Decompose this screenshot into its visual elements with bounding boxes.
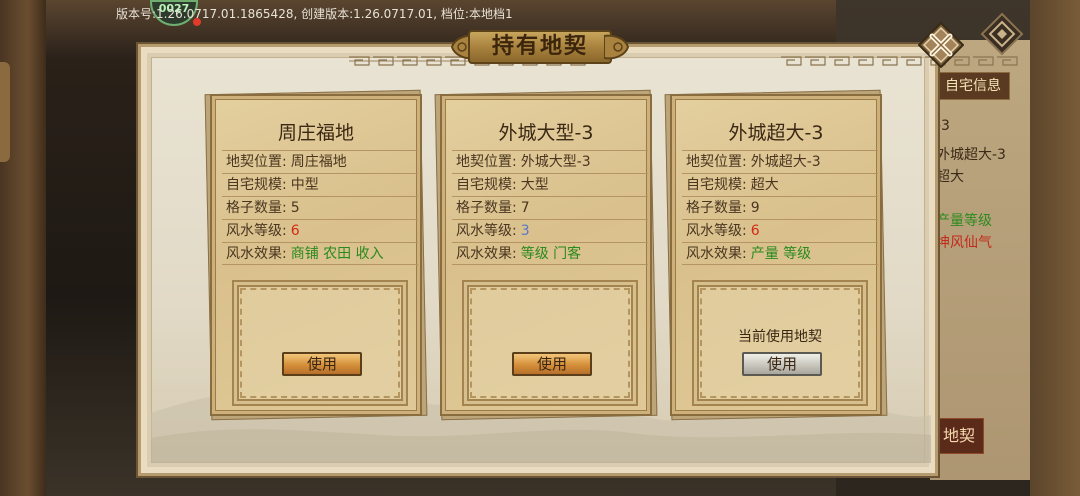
info-row-grid-count: 格子数量: 5 xyxy=(222,196,418,219)
info-row-location: 地契位置: 周庄福地 xyxy=(222,150,418,173)
diamond-menu-icon[interactable] xyxy=(980,12,1024,56)
row-value: 商铺 农田 收入 xyxy=(290,246,384,262)
use-button[interactable]: 使用 xyxy=(282,352,362,376)
home-info-line: 超大 xyxy=(936,169,964,185)
row-label: 自宅规模: xyxy=(456,177,517,193)
row-label: 格子数量: xyxy=(226,200,287,216)
row-value: 5 xyxy=(290,200,300,216)
row-label: 格子数量: xyxy=(456,200,517,216)
row-value: 超大 xyxy=(750,177,779,193)
info-row-fengshui-level: 风水等级: 3 xyxy=(452,219,648,242)
info-row-scale: 自宅规模: 大型 xyxy=(452,173,648,196)
row-value: 6 xyxy=(750,223,760,239)
row-label: 风水效果: xyxy=(686,246,747,262)
card-info-table: 地契位置: 外城大型-3 自宅规模: 大型 格子数量: 7 风水等级: 3 风水效果: 等… xyxy=(452,150,648,265)
info-row-fengshui-effect: 风水效果: 产量 等级 xyxy=(682,242,878,265)
row-value: 7 xyxy=(520,200,530,216)
info-row-scale: 自宅规模: 中型 xyxy=(222,173,418,196)
row-value: 中型 xyxy=(290,177,319,193)
row-label: 地契位置: xyxy=(456,154,517,170)
row-value: 外城大型-3 xyxy=(520,154,591,170)
side-drawer-tab[interactable] xyxy=(0,62,10,162)
current-deed-label: 当前使用地契 xyxy=(738,329,822,345)
row-value: 等级 门客 xyxy=(520,246,582,262)
card-info-table: 地契位置: 外城超大-3 自宅规模: 超大 格子数量: 9 风水等级: 6 风水效果: 产… xyxy=(682,150,878,265)
info-row-scale: 自宅规模: 超大 xyxy=(682,173,878,196)
info-row-fengshui-level: 风水等级: 6 xyxy=(682,219,878,242)
card-info-table: 地契位置: 周庄福地 自宅规模: 中型 格子数量: 5 风水等级: 6 风水效果: 商铺 … xyxy=(222,150,418,265)
card-paper: 周庄福地 地契位置: 周庄福地 自宅规模: 中型 格子数量: 5 风水等级: 6 风水效… xyxy=(210,94,422,416)
info-row-grid-count: 格子数量: 9 xyxy=(682,196,878,219)
card-title: 周庄福地 xyxy=(277,122,354,144)
row-label: 自宅规模: xyxy=(226,177,287,193)
row-label: 风水等级: xyxy=(686,223,747,239)
card-action-frame: 当前使用地契 使用 xyxy=(692,280,868,406)
dialog-title-plaque: 持有地契 xyxy=(450,26,630,68)
card-action-frame: 使用 xyxy=(232,280,408,406)
row-label: 风水等级: xyxy=(226,223,287,239)
home-info-line: 坤风仙气 xyxy=(936,235,992,251)
card-paper: 外城大型-3 地契位置: 外城大型-3 自宅规模: 大型 格子数量: 7 风水等级: 3… xyxy=(440,94,652,416)
home-info-line: 产量等级 xyxy=(936,213,992,229)
row-value: 周庄福地 xyxy=(290,154,347,170)
card-title: 外城超大-3 xyxy=(728,122,824,144)
version-info: 版本号:1.26.0717.01.1865428, 创建版本:1.26.0717… xyxy=(116,7,513,21)
home-info-line: -3 xyxy=(936,118,950,134)
home-info-button[interactable]: 自宅信息 xyxy=(936,72,1010,100)
row-value: 外城超大-3 xyxy=(750,154,821,170)
use-button[interactable]: 使用 xyxy=(742,352,822,376)
deed-card: 外城超大-3 地契位置: 外城超大-3 自宅规模: 超大 格子数量: 9 风水等级: 6… xyxy=(664,89,888,421)
row-value: 产量 等级 xyxy=(750,246,812,262)
deed-card: 周庄福地 地契位置: 周庄福地 自宅规模: 中型 格子数量: 5 风水等级: 6 风水效… xyxy=(204,89,428,421)
frame-pattern xyxy=(240,288,400,398)
home-info-line: 外城超大-3 xyxy=(936,147,1006,163)
row-label: 自宅规模: xyxy=(686,177,747,193)
row-value: 3 xyxy=(520,223,530,239)
home-info-paper xyxy=(930,40,1030,480)
use-button[interactable]: 使用 xyxy=(512,352,592,376)
card-paper: 外城超大-3 地契位置: 外城超大-3 自宅规模: 超大 格子数量: 9 风水等级: 6… xyxy=(670,94,882,416)
row-value: 9 xyxy=(750,200,760,216)
notification-dot xyxy=(193,18,201,26)
background-right-frame xyxy=(1030,0,1080,496)
close-icon[interactable] xyxy=(918,22,964,68)
row-label: 风水效果: xyxy=(226,246,287,262)
info-row-location: 地契位置: 外城大型-3 xyxy=(452,150,648,173)
info-row-fengshui-effect: 风水效果: 商铺 农田 收入 xyxy=(222,242,418,265)
info-row-grid-count: 格子数量: 7 xyxy=(452,196,648,219)
row-label: 地契位置: xyxy=(226,154,287,170)
deed-card: 外城大型-3 地契位置: 外城大型-3 自宅规模: 大型 格子数量: 7 风水等级: 3… xyxy=(434,89,658,421)
row-label: 格子数量: xyxy=(686,200,747,216)
row-label: 风水等级: xyxy=(456,223,517,239)
card-action-frame: 使用 xyxy=(462,280,638,406)
info-row-fengshui-effect: 风水效果: 等级 门客 xyxy=(452,242,648,265)
frame-pattern xyxy=(470,288,630,398)
row-value: 大型 xyxy=(520,177,549,193)
row-label: 风水效果: xyxy=(456,246,517,262)
info-row-fengshui-level: 风水等级: 6 xyxy=(222,219,418,242)
fret-border-right xyxy=(781,56,1018,66)
row-label: 地契位置: xyxy=(686,154,747,170)
row-value: 6 xyxy=(290,223,300,239)
plaque-wing-right xyxy=(604,34,630,60)
dialog-title: 持有地契 xyxy=(491,34,588,59)
card-title: 外城大型-3 xyxy=(498,122,594,144)
info-row-location: 地契位置: 外城超大-3 xyxy=(682,150,878,173)
